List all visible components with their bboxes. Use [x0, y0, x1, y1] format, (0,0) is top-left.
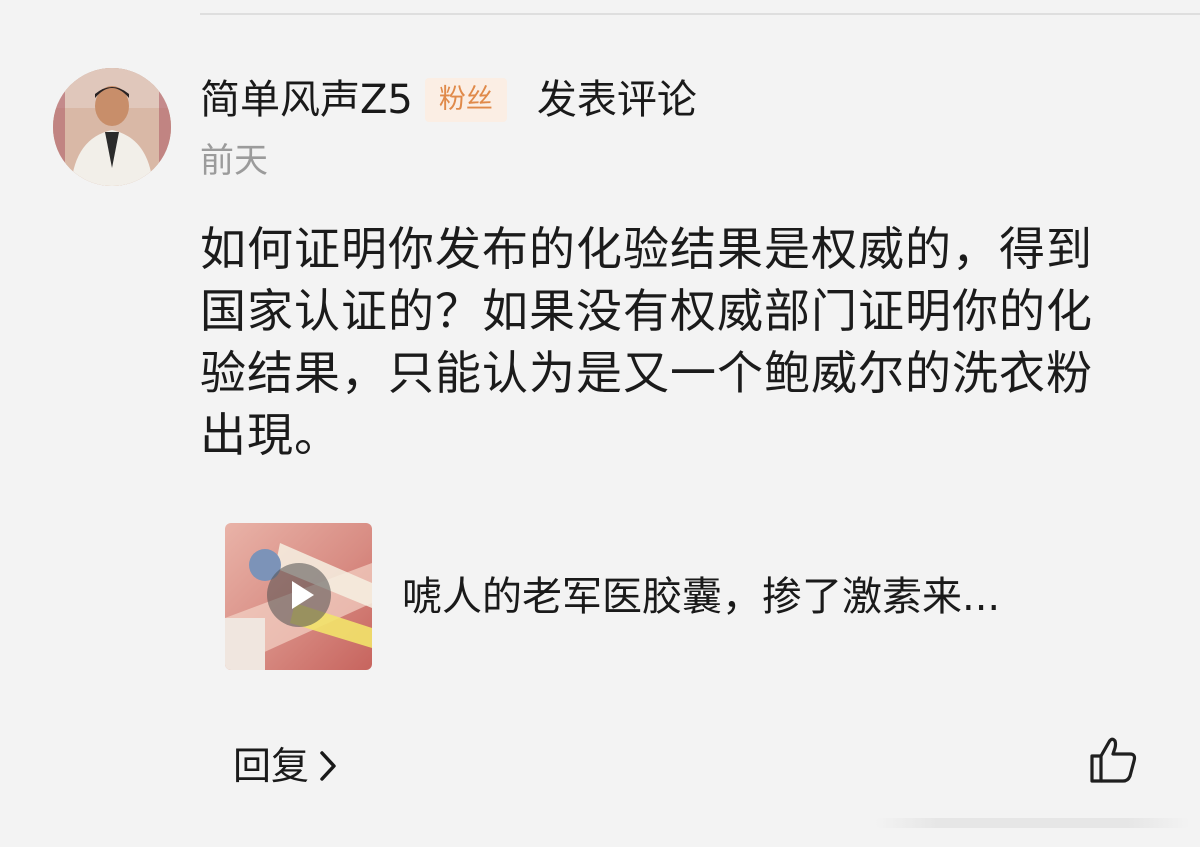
- thumbs-up-icon: [1090, 737, 1137, 783]
- comment-action-text: 发表评论: [536, 77, 697, 123]
- username-link[interactable]: 简单风声Z5: [200, 72, 413, 128]
- link-card[interactable]: 唬人的老军医胶囊，掺了激素来...: [225, 523, 1105, 670]
- fan-badge: 粉丝: [424, 78, 507, 122]
- comment-header: 简单风声Z5 粉丝 发表评论: [200, 72, 697, 128]
- reply-button[interactable]: 回复: [233, 738, 339, 794]
- video-thumbnail-icon[interactable]: [225, 523, 372, 670]
- reply-label[interactable]: 回复: [233, 738, 309, 794]
- comment-body: 如何证明你发布的化验结果是权威的，得到国家认证的？如果没有权威部门证明你的化验结…: [200, 222, 1093, 462]
- comment-timestamp: 前天: [200, 141, 268, 181]
- like-button[interactable]: [1088, 734, 1140, 786]
- avatar[interactable]: [53, 68, 171, 186]
- chevron-right-icon: [320, 751, 336, 781]
- link-card-title[interactable]: 唬人的老军医胶囊，掺了激素来...: [402, 569, 1000, 625]
- top-divider: [200, 13, 1200, 15]
- bottom-scroll-indicator: [875, 818, 1190, 828]
- avatar-portrait-icon: [53, 68, 171, 186]
- play-icon[interactable]: [267, 563, 331, 627]
